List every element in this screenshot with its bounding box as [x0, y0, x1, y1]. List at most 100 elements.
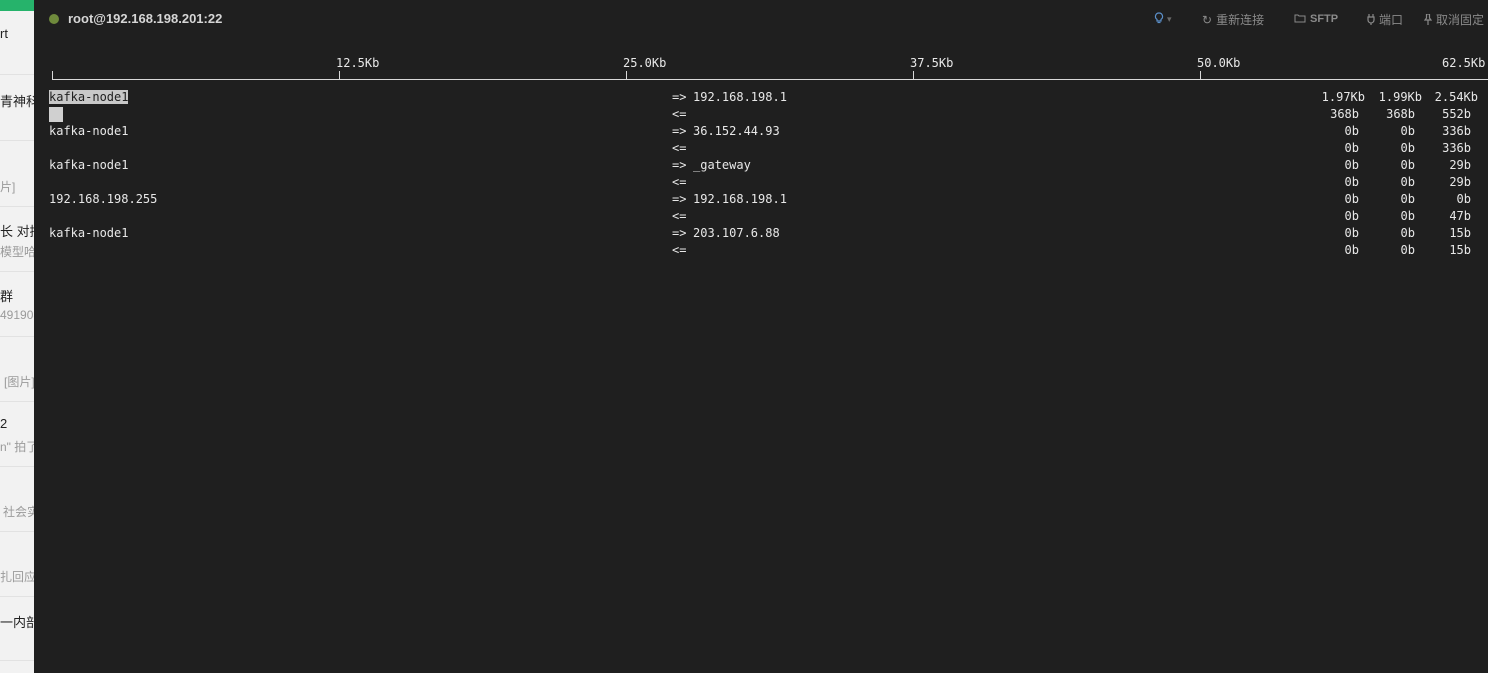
chat-item-preview: 模型哈 [0, 245, 34, 259]
chevron-down-icon: ▾ [1167, 14, 1172, 24]
divider [0, 660, 34, 661]
direction-in: <= [672, 107, 687, 121]
chat-item-preview: n" 拍了 [0, 440, 34, 454]
host-name: 192.168.198.255 [49, 192, 158, 206]
reconnect-label: 重新连接 [1216, 13, 1265, 27]
direction-out: => [672, 124, 687, 138]
divider [0, 531, 34, 532]
chat-item-title[interactable]: rt [0, 26, 34, 41]
rate-2s: 1.97Kb [1321, 90, 1365, 104]
rate-2s: 0b [1344, 209, 1359, 223]
app-accent-bar [0, 0, 34, 11]
chat-item-title[interactable]: 一内部 [0, 612, 34, 631]
rate-40s: 47b [1449, 209, 1471, 223]
rate-2s: 0b [1344, 243, 1359, 257]
peer-address: 192.168.198.1 [693, 90, 787, 104]
terminal-window[interactable]: root@192.168.198.201:22 ▾ ↻ 重新连接 SFTP 端口 … [34, 0, 1488, 673]
rate-10s: 368b [1386, 107, 1415, 121]
unpin-button[interactable]: 取消固定 [1423, 11, 1485, 28]
terminal-titlebar: root@192.168.198.201:22 ▾ ↻ 重新连接 SFTP 端口 … [34, 0, 1488, 38]
host-name: kafka-node1 [49, 124, 129, 138]
peer-address: 36.152.44.93 [693, 124, 780, 138]
peer-address: 192.168.198.1 [693, 192, 787, 206]
lightbulb-icon[interactable]: ▾ [1154, 11, 1172, 25]
host-name: kafka-node1 [49, 90, 129, 104]
chat-item-preview: [图片] [4, 375, 34, 389]
peer-address: _gateway [693, 158, 751, 172]
direction-out: => [672, 90, 687, 104]
rate-2s: 0b [1344, 141, 1359, 155]
divider [0, 271, 34, 272]
reconnect-button[interactable]: ↻ 重新连接 [1202, 11, 1264, 28]
scale-axis [52, 79, 1488, 80]
rate-40s: 29b [1449, 158, 1471, 172]
scale-label: 37.5Kb [910, 56, 954, 70]
direction-in: <= [672, 209, 687, 223]
chat-item-preview: 扎回应 [0, 570, 34, 584]
rate-2s: 0b [1344, 124, 1359, 138]
chat-item-title[interactable]: 2 [0, 416, 34, 431]
rate-40s: 15b [1449, 243, 1471, 257]
chat-item-title[interactable]: 群 [0, 286, 34, 305]
chat-item-title[interactable]: 长 对接 [0, 221, 34, 240]
divider [0, 74, 34, 75]
direction-in: <= [672, 243, 687, 257]
rate-10s: 0b [1400, 175, 1415, 189]
port-label: 端口 [1379, 13, 1404, 27]
divider [0, 466, 34, 467]
rate-10s: 1.99Kb [1378, 90, 1422, 104]
rate-2s: 368b [1330, 107, 1359, 121]
direction-in: <= [672, 141, 687, 155]
divider [0, 336, 34, 337]
scale-label: 50.0Kb [1197, 56, 1241, 70]
chat-item-preview: 片] [0, 180, 16, 194]
rate-2s: 0b [1344, 226, 1359, 240]
rate-40s: 2.54Kb [1434, 90, 1478, 104]
rate-10s: 0b [1400, 209, 1415, 223]
scale-tick [339, 71, 340, 80]
rate-40s: 552b [1442, 107, 1471, 121]
unpin-label: 取消固定 [1436, 13, 1485, 27]
host-name: kafka-node1 [49, 158, 129, 172]
terminal-cursor [49, 107, 63, 122]
sftp-button[interactable]: SFTP [1294, 11, 1338, 25]
scale-tick [913, 71, 914, 80]
plug-icon [1367, 13, 1375, 27]
pin-icon [1423, 13, 1433, 27]
direction-out: => [672, 192, 687, 206]
port-button[interactable]: 端口 [1367, 11, 1403, 28]
chat-item-title[interactable]: 青神科 [0, 91, 34, 110]
rate-40s: 0b [1456, 192, 1471, 206]
refresh-icon: ↻ [1202, 13, 1213, 27]
rate-40s: 336b [1442, 124, 1471, 138]
direction-out: => [672, 158, 687, 172]
rate-40s: 336b [1442, 141, 1471, 155]
host-name-selected: kafka-node1 [49, 90, 129, 104]
rate-2s: 0b [1344, 192, 1359, 206]
session-title: root@192.168.198.201:22 [68, 11, 223, 26]
folder-icon [1294, 11, 1306, 25]
rate-10s: 0b [1400, 192, 1415, 206]
rate-2s: 0b [1344, 175, 1359, 189]
scale-label: 12.5Kb [336, 56, 380, 70]
chat-item-preview: 491908 [0, 308, 34, 322]
rate-10s: 0b [1400, 124, 1415, 138]
rate-10s: 0b [1400, 226, 1415, 240]
sftp-label: SFTP [1310, 13, 1339, 25]
rate-40s: 15b [1449, 226, 1471, 240]
divider [0, 206, 34, 207]
host-name: kafka-node1 [49, 226, 129, 240]
direction-out: => [672, 226, 687, 240]
divider [0, 401, 34, 402]
chat-item-preview: 社会实 [3, 505, 34, 519]
rate-10s: 0b [1400, 158, 1415, 172]
scale-tick [1200, 71, 1201, 80]
rate-10s: 0b [1400, 243, 1415, 257]
rate-2s: 0b [1344, 158, 1359, 172]
connection-status-dot [49, 14, 59, 24]
scale-tick [52, 71, 53, 80]
scale-label: 25.0Kb [623, 56, 667, 70]
scale-tick [626, 71, 627, 80]
direction-in: <= [672, 175, 687, 189]
divider [0, 596, 34, 597]
